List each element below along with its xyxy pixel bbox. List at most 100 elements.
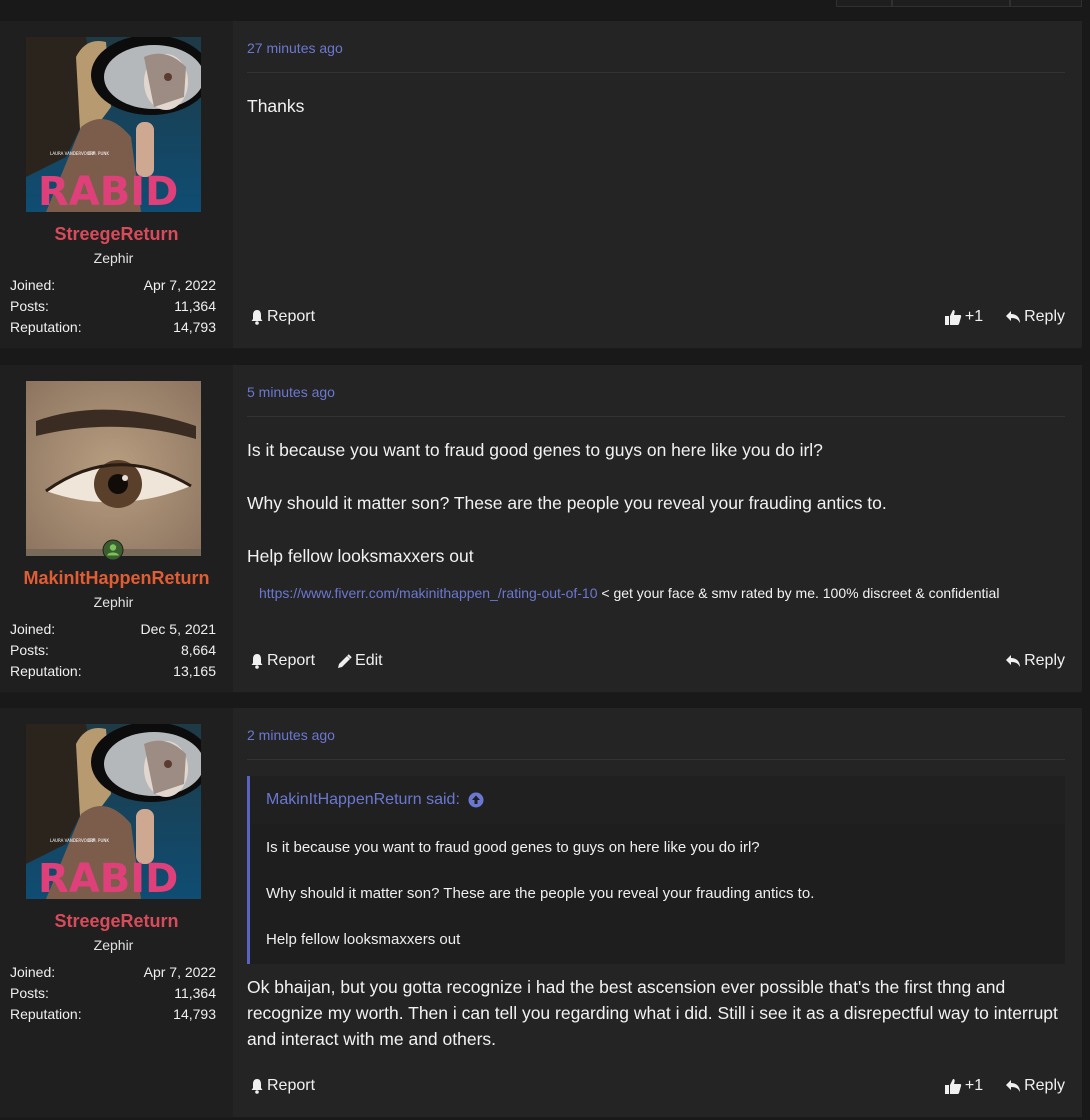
- reply-label: Reply: [1024, 652, 1065, 669]
- post: MakinItHappenReturn Zephir Joined: Dec 5,…: [0, 365, 1082, 693]
- post-content: 27 minutes ago Thanks Report +1 Reply: [233, 21, 1082, 348]
- signature-text: < get your face & smv rated by me. 100% …: [597, 585, 1000, 601]
- arrow-up-circle-icon[interactable]: [468, 792, 484, 808]
- user-stats: Joined: Apr 7, 2022 Posts: 11,364 Reputati…: [10, 275, 216, 338]
- bell-icon: [251, 654, 263, 669]
- post-text: Ok bhaijan, but you gotta recognize i ha…: [247, 977, 1058, 1049]
- like-count: +1: [964, 1077, 984, 1094]
- bell-icon: [251, 1079, 263, 1094]
- report-label: Report: [267, 652, 316, 669]
- user-info-panel: RABID LAURA VANDERVOORT C.M. PUNK Streeg…: [0, 21, 233, 348]
- post-actions: Report +1 Reply: [250, 1075, 1065, 1097]
- reply-icon: [1006, 311, 1021, 323]
- quote-text: Is it because you want to fraud good gen…: [266, 839, 760, 856]
- signature-link[interactable]: https://www.fiverr.com/makinithappen_/ra…: [259, 585, 598, 601]
- avatar-image: RABID LAURA VANDERVOORT C.M. PUNK: [26, 724, 201, 899]
- joined-label: Joined:: [10, 277, 56, 293]
- online-status-icon: [102, 539, 124, 561]
- quote-block: MakinItHappenReturn said: Is it because …: [247, 776, 1065, 964]
- user-stats: Joined: Apr 7, 2022 Posts: 11,364 Reputati…: [10, 962, 216, 1025]
- user-info-panel: RABID LAURA VANDERVOORT C.M. PUNK Streeg…: [0, 708, 233, 1117]
- post-text: Is it because you want to fraud good gen…: [247, 440, 823, 460]
- like-count: +1: [964, 308, 984, 325]
- svg-text:C.M. PUNK: C.M. PUNK: [88, 151, 109, 156]
- avatar-title-text: RABID: [38, 169, 178, 212]
- user-title: Zephir: [93, 937, 134, 953]
- report-button[interactable]: Report: [250, 1077, 315, 1095]
- joined-label: Joined:: [10, 621, 56, 637]
- quote-author[interactable]: MakinItHappenReturn said:: [266, 777, 460, 823]
- reply-button[interactable]: Reply: [1005, 1077, 1065, 1095]
- post-text: Help fellow looksmaxxers out: [247, 546, 474, 566]
- quote-text: Help fellow looksmaxxers out: [266, 931, 461, 948]
- thumbs-up-icon: [944, 309, 962, 325]
- signature: https://www.fiverr.com/makinithappen_/ra…: [247, 577, 1065, 609]
- divider: [247, 72, 1065, 73]
- report-button[interactable]: Report: [250, 308, 315, 326]
- post-timestamp[interactable]: 2 minutes ago: [247, 727, 335, 743]
- post-content: 5 minutes ago Is it because you want to …: [233, 365, 1082, 692]
- avatar[interactable]: RABID LAURA VANDERVOORT C.M. PUNK: [26, 724, 201, 899]
- reputation-value: 14,793: [173, 319, 216, 335]
- report-label: Report: [267, 308, 316, 325]
- edit-label: Edit: [355, 652, 383, 669]
- reply-label: Reply: [1024, 1077, 1065, 1094]
- joined-value: Dec 5, 2021: [140, 621, 217, 637]
- top-pagination-buttons: [836, 0, 1082, 7]
- post-text: Thanks: [247, 96, 305, 116]
- bell-icon: [251, 310, 263, 325]
- avatar-image: [26, 381, 201, 556]
- reputation-label: Reputation:: [10, 319, 82, 335]
- top-button[interactable]: [836, 0, 892, 7]
- username[interactable]: StreegeReturn: [0, 224, 233, 245]
- thumbs-up-icon: [944, 1078, 962, 1094]
- posts-value: 8,664: [180, 642, 216, 658]
- quote-header[interactable]: MakinItHappenReturn said:: [250, 776, 1065, 824]
- post-actions: Report +1 Reply: [250, 306, 1065, 328]
- reputation-label: Reputation:: [10, 663, 82, 679]
- edit-button[interactable]: Edit: [337, 652, 383, 670]
- posts-label: Posts:: [10, 985, 49, 1001]
- top-button[interactable]: [892, 0, 1010, 7]
- quote-text: Why should it matter son? These are the …: [266, 885, 815, 902]
- username[interactable]: MakinItHappenReturn: [0, 568, 233, 589]
- quote-body: Is it because you want to fraud good gen…: [250, 824, 1065, 950]
- reply-icon: [1006, 1080, 1021, 1092]
- avatar[interactable]: [26, 381, 201, 556]
- avatar-title-text: RABID: [38, 856, 178, 899]
- reputation-label: Reputation:: [10, 1006, 82, 1022]
- reputation-value: 13,165: [173, 663, 216, 679]
- report-label: Report: [267, 1077, 316, 1094]
- pencil-icon: [338, 653, 352, 668]
- reply-icon: [1006, 655, 1021, 667]
- user-title: Zephir: [93, 250, 134, 266]
- avatar[interactable]: RABID LAURA VANDERVOORT C.M. PUNK: [26, 37, 201, 212]
- joined-value: Apr 7, 2022: [143, 277, 216, 293]
- post: RABID LAURA VANDERVOORT C.M. PUNK Streeg…: [0, 21, 1082, 349]
- like-button[interactable]: +1: [944, 308, 983, 326]
- posts-value: 11,364: [174, 298, 216, 314]
- post-actions: Report Edit Reply: [250, 650, 1065, 672]
- svg-text:C.M. PUNK: C.M. PUNK: [88, 838, 109, 843]
- posts-label: Posts:: [10, 298, 49, 314]
- reply-button[interactable]: Reply: [1005, 652, 1065, 670]
- divider: [247, 759, 1065, 760]
- reply-label: Reply: [1024, 308, 1065, 325]
- joined-value: Apr 7, 2022: [143, 964, 216, 980]
- reply-button[interactable]: Reply: [1005, 308, 1065, 326]
- joined-label: Joined:: [10, 964, 56, 980]
- user-title: Zephir: [93, 594, 134, 610]
- top-button[interactable]: [1010, 0, 1082, 7]
- post-text: Why should it matter son? These are the …: [247, 493, 887, 513]
- like-button[interactable]: +1: [944, 1077, 983, 1095]
- avatar-image: RABID LAURA VANDERVOORT C.M. PUNK: [26, 37, 201, 212]
- reputation-value: 14,793: [173, 1006, 216, 1022]
- post-timestamp[interactable]: 27 minutes ago: [247, 40, 343, 56]
- username[interactable]: StreegeReturn: [0, 911, 233, 932]
- divider: [247, 416, 1065, 417]
- post-body: Ok bhaijan, but you gotta recognize i ha…: [247, 974, 1065, 1079]
- post-timestamp[interactable]: 5 minutes ago: [247, 384, 335, 400]
- post-body: Thanks: [247, 93, 1065, 146]
- report-button[interactable]: Report: [250, 652, 315, 670]
- user-stats: Joined: Dec 5, 2021 Posts: 8,664 Reputatio…: [10, 619, 216, 682]
